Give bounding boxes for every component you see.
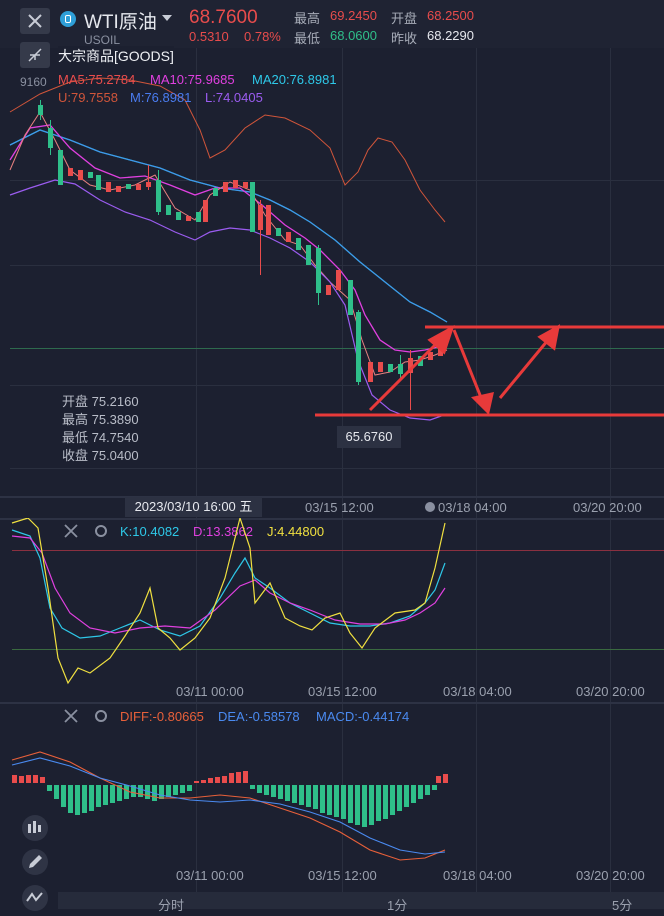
macd-time-tick: 03/18 04:00 — [443, 868, 512, 883]
ma5-line — [9, 111, 448, 376]
wave-icon — [26, 892, 43, 902]
boll-middle-line — [9, 129, 448, 323]
boll-lower-line — [9, 179, 448, 421]
tab-1min[interactable]: 1分 — [387, 895, 407, 914]
candles — [38, 100, 443, 410]
tab-timeshare[interactable]: 分时 — [158, 895, 184, 914]
time-tick: 03/15 12:00 — [305, 500, 374, 515]
ma20-line — [9, 129, 448, 323]
kdj-time-tick: 03/15 12:00 — [308, 684, 377, 699]
macd-chart — [11, 751, 448, 861]
pencil-icon — [29, 855, 42, 868]
macd-time-tick: 03/11 00:00 — [176, 868, 244, 883]
low-price-marker: 65.6760 — [337, 426, 401, 448]
macd-dea-value: DEA:-0.58578 — [218, 709, 300, 724]
drawn-annotations[interactable] — [315, 324, 664, 417]
kdj-chart — [11, 518, 446, 685]
ma10-value: MA10:75.9685 — [150, 72, 235, 87]
tooltip-open: 开盘 75.2160 — [62, 394, 139, 409]
boll-middle-value: M:76.8981 — [130, 90, 192, 105]
kdj-time-tick: 03/11 00:00 — [176, 684, 244, 699]
panel-separator — [0, 702, 664, 704]
crosshair-date: 2023/03/10 16:00 五 — [125, 497, 262, 517]
boll-upper-value: U:79.7558 — [58, 90, 118, 105]
macd-diff-value: DIFF:-0.80665 — [120, 709, 204, 724]
tab-5min[interactable]: 5分 — [612, 895, 632, 914]
ma5-value: MA5:75.2784 — [58, 72, 136, 87]
macd-settings-icon[interactable] — [95, 710, 107, 722]
draw-tool-button[interactable] — [22, 849, 48, 875]
macd-time-tick: 03/15 12:00 — [308, 868, 377, 883]
candles-icon — [28, 821, 41, 833]
candle-style-button[interactable] — [22, 815, 48, 841]
ma20-value: MA20:76.8981 — [252, 72, 337, 87]
minimize-button[interactable] — [20, 42, 50, 68]
boll-lower-value: L:74.0405 — [205, 90, 263, 105]
close-macd-icon[interactable] — [64, 709, 78, 723]
tooltip-close: 收盘 75.0400 — [62, 448, 139, 463]
axis-stub: 9160 — [20, 75, 47, 89]
tooltip-low: 最低 74.7540 — [62, 430, 139, 445]
macd-time-tick: 03/20 20:00 — [576, 868, 645, 883]
kdj-time-tick: 03/18 04:00 — [443, 684, 512, 699]
time-tick: 03/18 04:00 — [438, 500, 507, 515]
category-label: 大宗商品[GOODS] — [58, 46, 174, 66]
indicator-button[interactable] — [22, 885, 48, 911]
ma10-line — [9, 124, 448, 353]
axis-separator — [0, 496, 664, 498]
period-tab-bar — [58, 892, 664, 909]
macd-histogram-value: MACD:-0.44174 — [316, 709, 410, 724]
shrink-icon — [28, 48, 42, 62]
scroll-handle[interactable] — [425, 502, 435, 512]
tooltip-high: 最高 75.3890 — [62, 412, 139, 427]
kdj-time-tick: 03/20 20:00 — [576, 684, 645, 699]
time-tick: 03/20 20:00 — [573, 500, 642, 515]
